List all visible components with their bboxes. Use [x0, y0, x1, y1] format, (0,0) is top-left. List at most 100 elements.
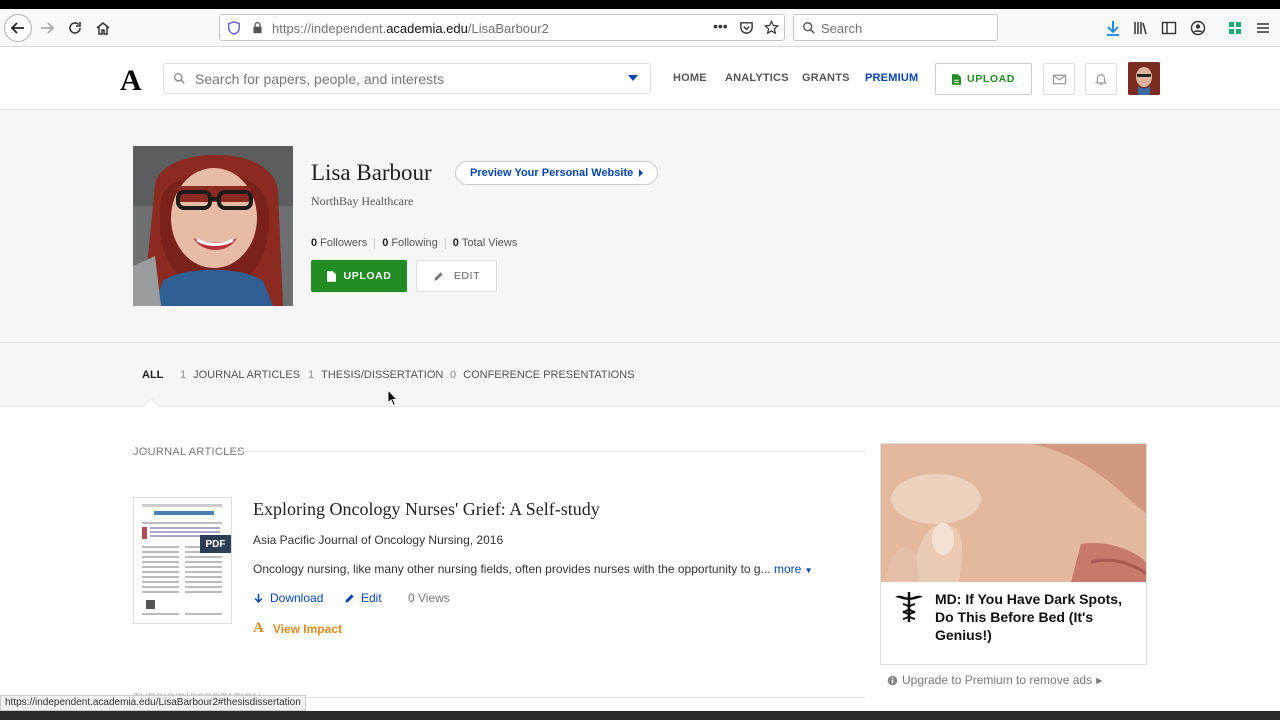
- view-impact-label: View Impact: [272, 621, 342, 636]
- nav-analytics[interactable]: ANALYTICS: [725, 72, 789, 84]
- user-avatar[interactable]: [1128, 62, 1160, 95]
- ad-photo: [881, 444, 1146, 582]
- divider: [374, 237, 376, 249]
- nav-grants[interactable]: GRANTS: [802, 72, 850, 84]
- following-count[interactable]: 0: [382, 237, 388, 249]
- menu-button[interactable]: [1250, 15, 1276, 41]
- browser-search-placeholder: Search: [821, 21, 863, 36]
- bell-icon: [1094, 74, 1108, 85]
- sidebar-button[interactable]: [1156, 15, 1182, 41]
- section-heading: JOURNAL ARTICLES: [133, 446, 245, 458]
- ad-headline[interactable]: MD: If You Have Dark Spots, Do This Befo…: [935, 590, 1140, 644]
- url-prefix: https://independent.: [272, 21, 387, 36]
- download-arrow-icon: [1107, 21, 1119, 36]
- site-search-placeholder: Search for papers, people, and interests: [195, 71, 445, 87]
- tab-conference-presentations-label: CONFERENCE PRESENTATIONS: [463, 369, 635, 381]
- academia-logo[interactable]: A: [120, 64, 142, 98]
- os-dock-edge: [0, 711, 1280, 720]
- tracking-shield-icon[interactable]: [227, 21, 241, 35]
- tab-all[interactable]: ALL: [142, 369, 163, 381]
- pencil-icon: [434, 271, 443, 281]
- tab-all-label: ALL: [142, 369, 164, 381]
- preview-website-label: Preview Your Personal Website: [470, 167, 634, 179]
- profile-portrait: [133, 146, 293, 306]
- arrow-left-icon: [10, 22, 24, 34]
- browser-search-field[interactable]: Search: [793, 14, 998, 41]
- nav-home[interactable]: HOME: [673, 72, 707, 84]
- divider: [444, 237, 446, 249]
- avatar-portrait: [1128, 62, 1160, 95]
- chevron-down-icon[interactable]: [628, 75, 638, 81]
- document-icon: [952, 73, 962, 85]
- back-button[interactable]: [4, 14, 32, 42]
- caret-down-icon: ▼: [804, 566, 813, 575]
- tab-journal-articles[interactable]: 1 JOURNAL ARTICLES: [180, 369, 300, 381]
- profile-stats: 0 Followers 0 Following 0 Total Views: [311, 237, 517, 249]
- extensions-button[interactable]: [1222, 15, 1248, 41]
- notifications-button[interactable]: [1085, 63, 1117, 95]
- profile-name: Lisa Barbour: [311, 160, 432, 185]
- url-domain: academia.edu: [386, 21, 468, 36]
- reload-button[interactable]: [62, 15, 88, 41]
- search-icon: [803, 22, 815, 34]
- paper-abstract-text: Oncology nursing, like many other nursin…: [253, 562, 771, 576]
- paper-preview-image: [134, 498, 231, 623]
- forward-button[interactable]: [34, 15, 60, 41]
- lock-icon[interactable]: [251, 21, 264, 34]
- info-circle-icon: [887, 675, 898, 685]
- pocket-icon[interactable]: [739, 20, 754, 35]
- total-views-count: 0: [452, 237, 459, 249]
- ad-image[interactable]: [881, 444, 1146, 582]
- library-button[interactable]: [1128, 15, 1154, 41]
- paper-journal: Asia Pacific Journal of Oncology Nursing…: [253, 533, 504, 547]
- profile-upload-label: UPLOAD: [343, 270, 392, 282]
- profile-affiliation[interactable]: NorthBay Healthcare: [311, 194, 413, 209]
- nav-premium[interactable]: PREMIUM: [865, 72, 918, 84]
- preview-website-button[interactable]: Preview Your Personal Website: [455, 161, 659, 185]
- sidebar-icon: [1161, 21, 1177, 35]
- academia-a-icon: A: [253, 620, 264, 636]
- upgrade-premium-link[interactable]: Upgrade to Premium to remove ads ▶: [887, 673, 1102, 687]
- profile-section: Lisa Barbour Preview Your Personal Websi…: [0, 110, 1280, 342]
- caret-right-icon: [639, 169, 644, 177]
- bookmark-star-icon[interactable]: [764, 20, 779, 35]
- divider: [240, 451, 866, 452]
- advertisement[interactable]: MD: If You Have Dark Spots, Do This Befo…: [880, 443, 1147, 665]
- tab-count: 1: [308, 369, 315, 381]
- download-arrow-icon: [254, 593, 263, 603]
- tab-thesis-dissertation[interactable]: 1 THESIS/DISSERTATION: [308, 369, 443, 381]
- followers-count[interactable]: 0: [311, 237, 317, 249]
- page-actions-icon[interactable]: •••: [713, 18, 728, 34]
- view-impact-link[interactable]: A View Impact: [253, 620, 342, 637]
- paper-views: 0 Views: [408, 591, 450, 605]
- search-icon: [173, 72, 185, 84]
- tab-conference-presentations[interactable]: 0 CONFERENCE PRESENTATIONS: [450, 369, 634, 381]
- paper-thumbnail[interactable]: [133, 497, 232, 624]
- header-upload-button[interactable]: UPLOAD: [935, 63, 1032, 95]
- edit-paper-link[interactable]: Edit: [344, 591, 382, 605]
- profile-upload-button[interactable]: UPLOAD: [311, 260, 407, 292]
- profile-edit-button[interactable]: EDIT: [416, 260, 497, 292]
- site-search-input[interactable]: Search for papers, people, and interests: [163, 63, 651, 94]
- messages-button[interactable]: [1043, 63, 1075, 95]
- works-tab-bar: ALL 1 JOURNAL ARTICLES 1 THESIS/DISSERTATI…: [0, 342, 1280, 415]
- reload-icon: [69, 22, 81, 34]
- address-bar[interactable]: https://independent.academia.edu/LisaBar…: [219, 14, 785, 41]
- download-link[interactable]: Download: [253, 591, 323, 605]
- account-button[interactable]: [1185, 15, 1211, 41]
- more-link[interactable]: more ▼: [774, 562, 813, 576]
- library-icon: [1134, 22, 1147, 35]
- envelope-icon: [1052, 74, 1066, 84]
- download-label: Download: [270, 591, 324, 605]
- header-upload-label: UPLOAD: [967, 73, 1015, 85]
- following-label[interactable]: Following: [391, 237, 437, 249]
- home-button[interactable]: [90, 15, 116, 41]
- profile-photo[interactable]: [133, 146, 293, 306]
- extensions-grid-icon: [1229, 22, 1241, 34]
- followers-label[interactable]: Followers: [320, 237, 367, 249]
- mouse-cursor-icon: [387, 389, 399, 407]
- caret-right-icon: ▶: [1096, 675, 1103, 685]
- downloads-button[interactable]: [1100, 15, 1126, 41]
- paper-title[interactable]: Exploring Oncology Nurses' Grief: A Self…: [253, 499, 600, 520]
- total-views-label: Total Views: [461, 237, 518, 249]
